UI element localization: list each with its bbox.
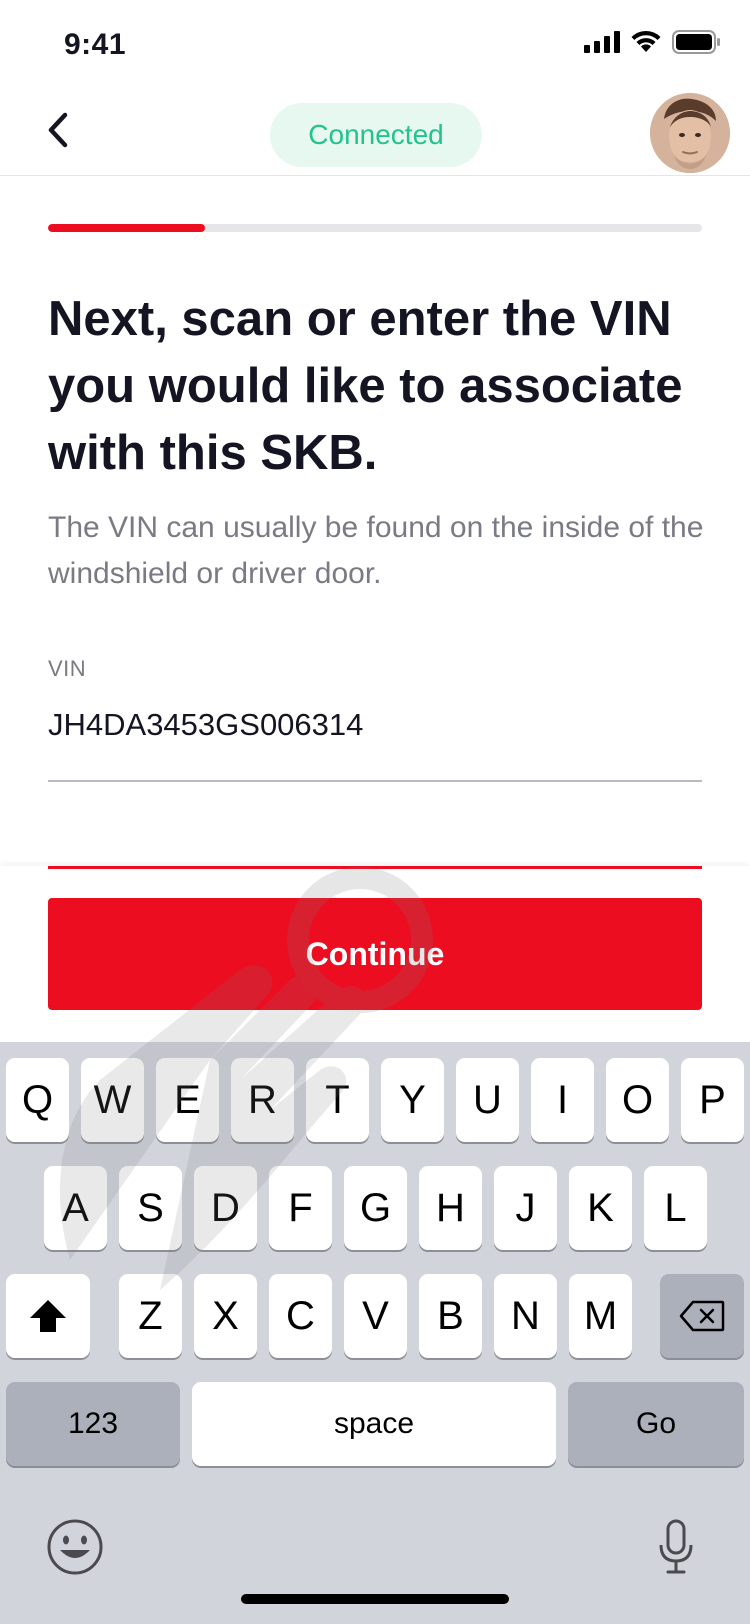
key-u[interactable]: U xyxy=(456,1058,519,1142)
dictation-button[interactable] xyxy=(650,1516,702,1578)
back-chevron-icon xyxy=(48,112,68,148)
delete-key[interactable] xyxy=(660,1274,744,1358)
back-button[interactable] xyxy=(36,108,80,152)
key-z[interactable]: Z xyxy=(119,1274,182,1358)
key-y[interactable]: Y xyxy=(381,1058,444,1142)
key-m[interactable]: M xyxy=(569,1274,632,1358)
page-subtitle: The VIN can usually be found on the insi… xyxy=(48,511,704,590)
keyboard: Q W E R T Y U I O P A S D F G H J K L Z … xyxy=(0,1042,750,1624)
key-r[interactable]: R xyxy=(231,1058,294,1142)
key-l[interactable]: L xyxy=(644,1166,707,1250)
key-q[interactable]: Q xyxy=(6,1058,69,1142)
progress-fill xyxy=(48,224,205,232)
key-n[interactable]: N xyxy=(494,1274,557,1358)
key-x[interactable]: X xyxy=(194,1274,257,1358)
status-bar: 9:41 xyxy=(0,0,750,90)
key-a[interactable]: A xyxy=(44,1166,107,1250)
signal-icon xyxy=(584,31,620,53)
key-d[interactable]: D xyxy=(194,1166,257,1250)
vin-label: VIN xyxy=(48,656,87,681)
key-i[interactable]: I xyxy=(531,1058,594,1142)
key-o[interactable]: O xyxy=(606,1058,669,1142)
vin-input[interactable] xyxy=(48,700,702,782)
key-b[interactable]: B xyxy=(419,1274,482,1358)
key-f[interactable]: F xyxy=(269,1166,332,1250)
avatar-image xyxy=(650,93,730,173)
shift-icon xyxy=(30,1300,66,1332)
key-e[interactable]: E xyxy=(156,1058,219,1142)
go-key[interactable]: Go xyxy=(568,1382,744,1466)
key-k[interactable]: K xyxy=(569,1166,632,1250)
divider xyxy=(48,866,702,869)
key-c[interactable]: C xyxy=(269,1274,332,1358)
nav-bar: Connected xyxy=(0,90,750,176)
connection-status-badge: Connected xyxy=(270,103,482,167)
avatar[interactable] xyxy=(650,93,730,173)
home-indicator xyxy=(241,1594,509,1604)
progress-bar xyxy=(48,224,702,232)
key-j[interactable]: J xyxy=(494,1166,557,1250)
wifi-icon xyxy=(631,30,661,52)
key-t[interactable]: T xyxy=(306,1058,369,1142)
key-v[interactable]: V xyxy=(344,1274,407,1358)
key-p[interactable]: P xyxy=(681,1058,744,1142)
shift-key[interactable] xyxy=(6,1274,90,1358)
space-key[interactable]: space xyxy=(192,1382,556,1466)
key-s[interactable]: S xyxy=(119,1166,182,1250)
status-time: 9:41 xyxy=(64,28,127,61)
key-g[interactable]: G xyxy=(344,1166,407,1250)
page-title: Next, scan or enter the VIN you would li… xyxy=(48,292,683,480)
emoji-button[interactable] xyxy=(44,1516,106,1578)
continue-area: Continue xyxy=(0,866,750,1042)
microphone-icon xyxy=(659,1519,693,1574)
key-w[interactable]: W xyxy=(81,1058,144,1142)
emoji-icon xyxy=(47,1519,103,1575)
continue-button[interactable]: Continue xyxy=(48,898,702,1010)
key-h[interactable]: H xyxy=(419,1166,482,1250)
battery-icon xyxy=(672,30,720,54)
delete-icon xyxy=(679,1300,725,1332)
status-icons xyxy=(584,30,720,54)
numbers-key[interactable]: 123 xyxy=(6,1382,180,1466)
